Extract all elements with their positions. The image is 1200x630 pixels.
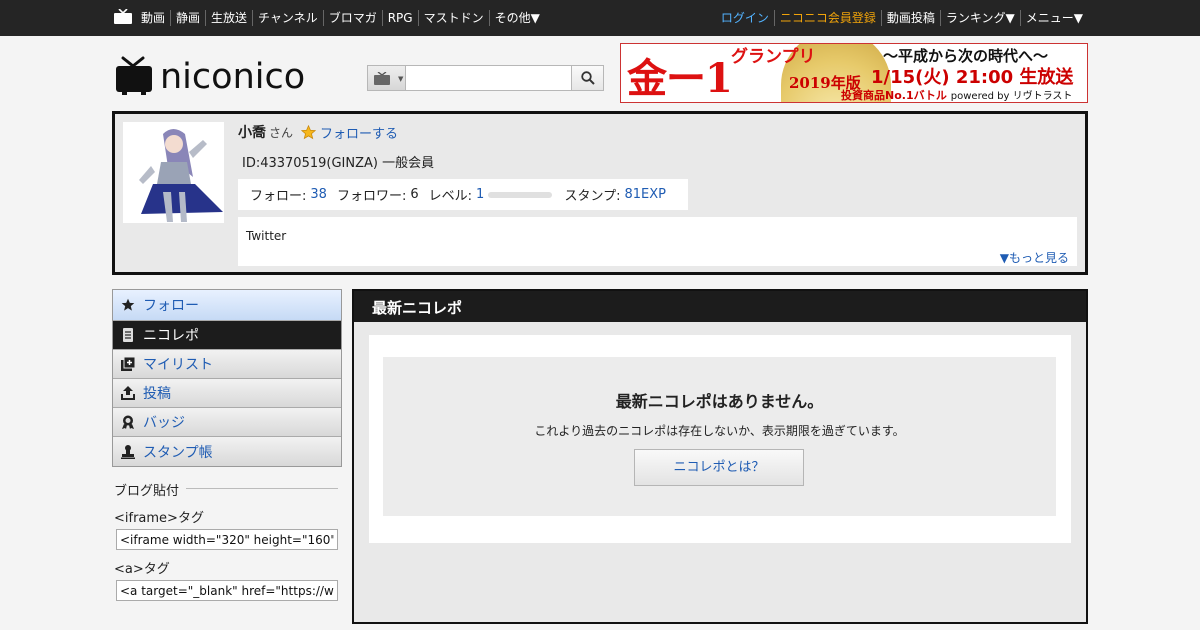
- menu-item-label: ニコレポ: [143, 328, 199, 344]
- show-more-link[interactable]: ▼もっと見る: [1000, 249, 1069, 266]
- user-profile-box: 小喬 さん フォローする ID:43370519(GINZA) 一般会員 フォロー…: [112, 111, 1088, 275]
- a-tag-label: <a>タグ: [114, 562, 170, 577]
- star-icon: [121, 298, 135, 311]
- nav-upload[interactable]: 動画投稿: [880, 10, 940, 26]
- menu-item-mylist[interactable]: マイリスト: [113, 350, 341, 379]
- global-nav-left: 動画 静画 生放送 チャンネル ブロマガ RPG マストドン その他▼: [136, 10, 545, 26]
- blog-embed-title: ブログ貼付: [114, 480, 340, 499]
- avatar-illustration: [139, 129, 223, 222]
- search-type-select[interactable]: ▼: [368, 66, 406, 90]
- blog-embed-title-text: ブログ貼付: [114, 484, 180, 499]
- banner-powered: powered by リヴトラスト: [950, 91, 1073, 102]
- banner-subtitle-text: 投資商品No.1バトル: [841, 89, 947, 102]
- tv-icon: [374, 72, 390, 85]
- empty-state-title: 最新ニコレポはありません。: [615, 392, 824, 411]
- follow-count[interactable]: 38: [310, 187, 327, 202]
- stamp-value[interactable]: 81EXP: [624, 187, 666, 202]
- menu-item-label: マイリスト: [143, 357, 213, 373]
- empty-state-text: これより過去のニコレポは存在しないか、表示期限を過ぎています。: [534, 424, 905, 438]
- banner-subtitle: 投資商品No.1バトル powered by リヴトラスト: [841, 87, 1073, 102]
- menu-item-upload[interactable]: 投稿: [113, 379, 341, 408]
- a-tag-field[interactable]: [116, 580, 338, 601]
- what-is-nicorepo-button[interactable]: ニコレポとは？: [634, 449, 804, 486]
- nav-menu-dropdown[interactable]: メニュー▼: [1019, 10, 1088, 26]
- nav-blomaga[interactable]: ブロマガ: [322, 10, 382, 26]
- follower-count-label: フォロワー:: [336, 189, 407, 204]
- search-button[interactable]: [571, 66, 603, 90]
- user-honorific: さん: [269, 126, 294, 140]
- nav-seiga[interactable]: 静画: [170, 10, 205, 26]
- logo-text: niconico: [160, 57, 305, 96]
- user-name-text: 小喬: [238, 125, 266, 141]
- banner-title-sub: グランプリ: [731, 47, 816, 67]
- level-value[interactable]: 1: [476, 187, 484, 202]
- search-icon: [581, 71, 595, 85]
- login-link[interactable]: ログイン: [716, 10, 774, 26]
- user-description: Twitter ▼もっと見る: [238, 217, 1077, 266]
- upload-icon: [121, 386, 135, 400]
- menu-item-badge[interactable]: バッジ: [113, 408, 341, 437]
- chevron-down-icon: ▼: [398, 75, 404, 83]
- stamp-icon: [121, 444, 135, 459]
- iframe-tag-field[interactable]: [116, 529, 338, 550]
- nav-rpg[interactable]: RPG: [381, 10, 418, 26]
- banner-title: 金ー1: [627, 55, 733, 102]
- nav-others-dropdown[interactable]: その他▼: [488, 10, 545, 26]
- user-id-line: ID:43370519(GINZA) 一般会員: [242, 156, 435, 171]
- global-nav-bar: 動画 静画 生放送 チャンネル ブロマガ RPG マストドン その他▼ ログイン…: [0, 0, 1200, 36]
- user-description-text: Twitter: [246, 229, 287, 243]
- mylist-icon: [121, 357, 135, 371]
- search-input[interactable]: [407, 66, 572, 90]
- search-box: ▼: [367, 65, 604, 91]
- user-page-menu: フォロー ニコレポ マイリスト 投稿 バッジ スタンプ帳: [112, 289, 342, 467]
- menu-item-follow[interactable]: フォロー: [113, 290, 341, 321]
- stamp-label: スタンプ:: [564, 189, 621, 204]
- follow-count-label: フォロー:: [250, 189, 307, 204]
- avatar: [123, 122, 224, 223]
- nicorepo-panel: 最新ニコレポ 最新ニコレポはありません。 これより過去のニコレポは存在しないか、…: [352, 289, 1088, 624]
- user-stats: フォロー: 38 フォロワー: 6 レベル: 1 スタンプ: 81EXP: [238, 179, 688, 210]
- menu-item-label: スタンプ帳: [143, 444, 213, 461]
- blog-embed-section: ブログ貼付 <iframe>タグ <a>タグ: [114, 480, 340, 601]
- nav-channel[interactable]: チャンネル: [252, 10, 323, 26]
- ad-banner[interactable]: 金ー1 グランプリ 2019年版 ～平成から次の時代へ～ 1/15(火) 21:…: [620, 43, 1088, 103]
- menu-item-label: バッジ: [143, 415, 185, 431]
- iframe-tag-label: <iframe>タグ: [114, 511, 204, 526]
- banner-date: 1/15(火) 21:00 生放送: [871, 67, 1074, 88]
- user-name: 小喬 さん: [238, 122, 293, 142]
- global-nav-right: ログイン ニコニコ会員登録 動画投稿 ランキング▼ メニュー▼: [716, 10, 1088, 26]
- niconico-logo[interactable]: niconico: [116, 56, 356, 96]
- nav-ranking-dropdown[interactable]: ランキング▼: [939, 10, 1020, 26]
- niconico-tv-icon[interactable]: [114, 9, 132, 25]
- nav-mastodon[interactable]: マストドン: [417, 10, 489, 26]
- badge-icon: [122, 415, 134, 429]
- empty-state: 最新ニコレポはありません。 これより過去のニコレポは存在しないか、表示期限を過ぎ…: [383, 357, 1056, 516]
- level-progress-bar: [488, 191, 553, 198]
- nav-live[interactable]: 生放送: [205, 10, 252, 26]
- follow-link-text: フォローする: [320, 127, 399, 142]
- menu-item-label: フォロー: [143, 298, 199, 314]
- menu-item-nicorepo[interactable]: ニコレポ: [113, 321, 341, 350]
- nav-video[interactable]: 動画: [136, 10, 170, 26]
- nicorepo-content: 最新ニコレポはありません。 これより過去のニコレポは存在しないか、表示期限を過ぎ…: [369, 335, 1071, 543]
- divider: [186, 488, 338, 489]
- follower-count: 6: [410, 187, 419, 202]
- follow-user-link[interactable]: フォローする: [301, 123, 398, 142]
- menu-item-stamp[interactable]: スタンプ帳: [113, 437, 341, 466]
- star-icon: [301, 125, 316, 140]
- panel-title: 最新ニコレポ: [354, 291, 1086, 322]
- document-icon: [123, 328, 133, 342]
- menu-item-label: 投稿: [143, 386, 171, 402]
- level-label: レベル:: [428, 189, 472, 204]
- register-link[interactable]: ニコニコ会員登録: [773, 10, 881, 26]
